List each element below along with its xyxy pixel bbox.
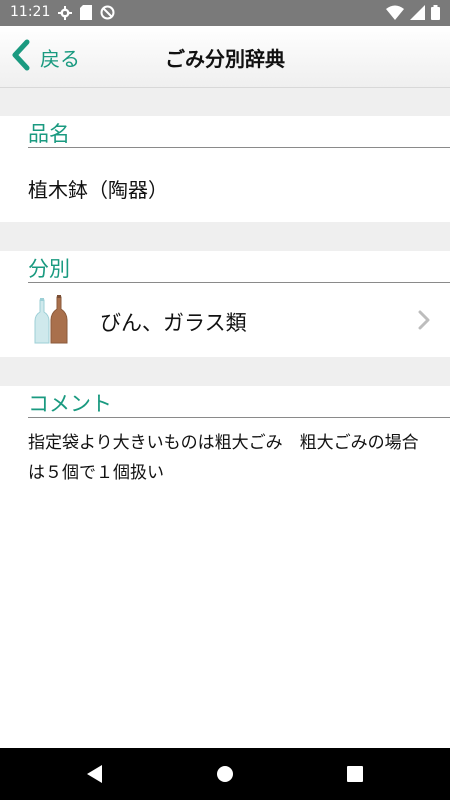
section-divider — [0, 357, 450, 386]
comment-heading: コメント — [28, 392, 112, 416]
item-name-header: 品名 — [0, 116, 450, 148]
page-title: ごみ分別辞典 — [165, 47, 285, 71]
system-recents-button[interactable] — [346, 764, 364, 788]
category-heading: 分別 — [28, 257, 70, 281]
sd-card-icon — [80, 5, 92, 24]
item-name-value: 植木鉢（陶器） — [28, 178, 168, 202]
status-time: 11:21 — [10, 4, 51, 20]
navigation-bar: 戻る ごみ分別辞典 — [0, 26, 450, 88]
section-divider — [0, 222, 450, 251]
chevron-right-icon — [418, 310, 430, 334]
comment-header: コメント — [0, 386, 450, 418]
battery-icon — [431, 5, 440, 24]
item-name-heading: 品名 — [28, 122, 70, 146]
section-divider — [0, 88, 450, 116]
system-home-button[interactable] — [216, 764, 234, 788]
system-back-button[interactable] — [86, 764, 104, 788]
status-bar: 11:21 — [0, 0, 450, 26]
bottles-icon — [32, 295, 70, 349]
settings-icon — [58, 5, 72, 24]
data-saver-icon — [100, 5, 115, 24]
category-value: びん、ガラス類 — [100, 311, 247, 335]
signal-icon — [410, 5, 425, 24]
wifi-icon — [386, 5, 404, 24]
header-rule — [28, 147, 450, 148]
comment-text: 指定袋より大きいものは粗大ごみ 粗大ごみの場合は５個で１個扱い — [28, 433, 419, 483]
header-rule — [28, 417, 450, 418]
system-navigation-bar — [0, 748, 450, 800]
category-header: 分別 — [0, 251, 450, 283]
category-row[interactable]: びん、ガラス類 — [0, 283, 450, 357]
